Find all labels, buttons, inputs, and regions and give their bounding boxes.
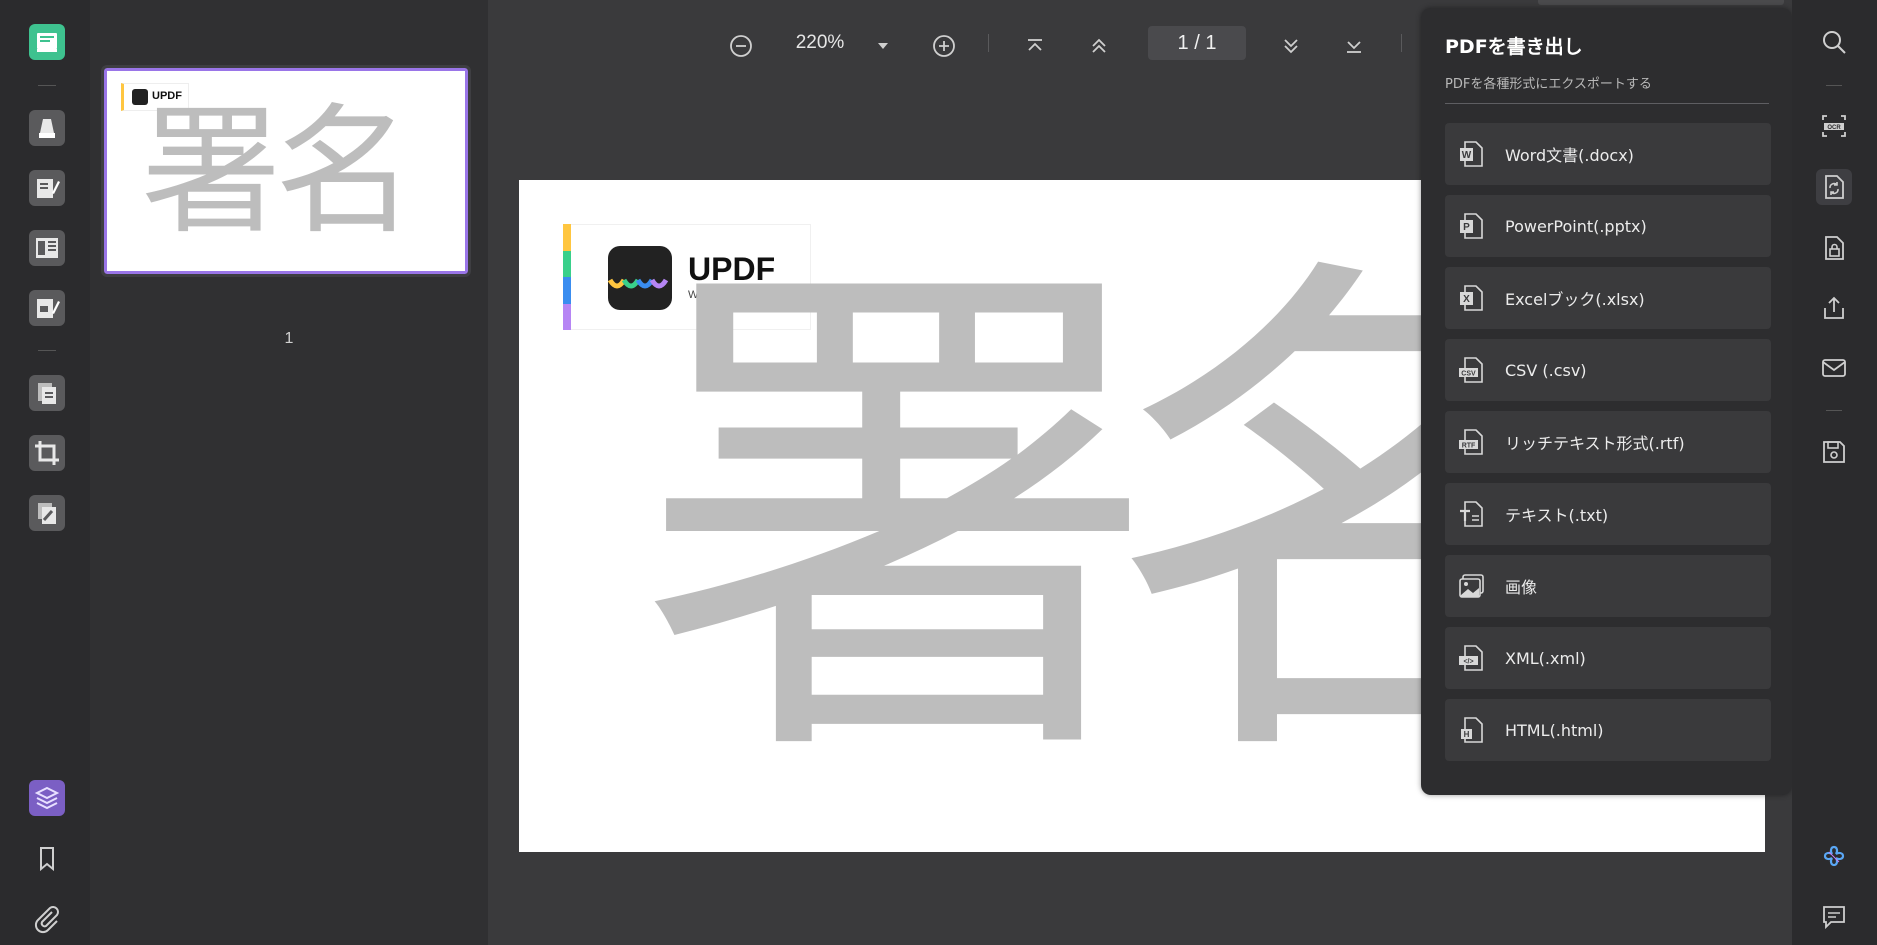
svg-text:X: X xyxy=(1463,294,1470,305)
first-page-icon[interactable] xyxy=(1022,28,1048,64)
export-item-label: XML(.xml) xyxy=(1505,648,1586,668)
share-icon[interactable] xyxy=(1816,290,1852,326)
reader-mode-icon[interactable] xyxy=(28,23,66,61)
export-item-label: テキスト(.txt) xyxy=(1505,506,1609,525)
rail-divider xyxy=(38,85,56,86)
toolbar-divider xyxy=(988,34,989,52)
page-layout-icon[interactable] xyxy=(28,229,66,267)
thumbnail-main-text: 署名 xyxy=(141,91,415,254)
export-excel-button[interactable]: X Excelブック(.xlsx) xyxy=(1445,267,1771,329)
protect-document-icon[interactable] xyxy=(1816,230,1852,266)
export-image-button[interactable]: 画像 xyxy=(1445,555,1771,617)
export-item-label: Word文書(.docx) xyxy=(1505,146,1634,165)
left-tool-rail xyxy=(0,0,90,945)
export-item-label: CSV (.csv) xyxy=(1505,360,1587,380)
attachment-icon[interactable] xyxy=(28,899,66,937)
search-icon[interactable] xyxy=(1816,24,1852,60)
csv-icon: CSV xyxy=(1455,353,1489,387)
rail-divider xyxy=(38,350,56,351)
email-icon[interactable] xyxy=(1816,350,1852,386)
image-icon xyxy=(1455,569,1489,603)
zoom-dropdown-icon[interactable] xyxy=(875,28,891,64)
svg-text:H: H xyxy=(1464,730,1470,739)
page-number-input[interactable]: 1 / 1 xyxy=(1148,26,1246,60)
svg-text:OCR: OCR xyxy=(1827,125,1841,131)
convert-pdf-icon[interactable] xyxy=(1816,169,1852,205)
updf-ai-icon[interactable] xyxy=(1816,839,1852,875)
next-page-icon[interactable] xyxy=(1278,28,1304,64)
updf-window: UPDF 署名 1 220% 1 / 1 UPDF WWW.UPDF.COM 署… xyxy=(0,0,1877,945)
export-csv-button[interactable]: CSV CSV (.csv) xyxy=(1445,339,1771,401)
export-panel-title: PDFを書き出し xyxy=(1445,36,1583,58)
save-icon[interactable] xyxy=(1816,434,1852,470)
export-panel-divider xyxy=(1445,103,1769,104)
excel-icon: X xyxy=(1455,281,1489,315)
word-icon: W xyxy=(1455,137,1489,171)
zoom-level[interactable]: 220% xyxy=(790,32,850,54)
svg-text:P: P xyxy=(1463,222,1470,233)
organize-pages-icon[interactable] xyxy=(28,374,66,412)
logo-stripe xyxy=(563,224,571,330)
export-word-button[interactable]: W Word文書(.docx) xyxy=(1445,123,1771,185)
thumbnail-page-number: 1 xyxy=(284,330,294,347)
svg-text:W: W xyxy=(1462,150,1472,161)
export-pdf-panel: PDFを書き出し PDFを各種形式にエクスポートする W Word文書(.doc… xyxy=(1421,8,1792,795)
rail-divider xyxy=(1826,85,1842,86)
toolbar-divider xyxy=(1401,34,1402,52)
export-html-button[interactable]: H HTML(.html) xyxy=(1445,699,1771,761)
export-text-button[interactable]: テキスト(.txt) xyxy=(1445,483,1771,545)
export-item-label: HTML(.html) xyxy=(1505,720,1604,740)
comment-highlighter-icon[interactable] xyxy=(28,109,66,147)
export-item-label: 画像 xyxy=(1505,578,1538,597)
edit-pdf-icon[interactable] xyxy=(28,169,66,207)
layers-icon[interactable] xyxy=(28,779,66,817)
html-icon: H xyxy=(1455,713,1489,747)
text-icon xyxy=(1455,497,1489,531)
zoom-out-icon[interactable] xyxy=(728,28,754,64)
crop-pages-icon[interactable] xyxy=(28,434,66,472)
comments-icon[interactable] xyxy=(1816,899,1852,935)
page-thumbnail[interactable]: UPDF 署名 xyxy=(101,65,471,277)
zoom-in-icon[interactable] xyxy=(931,28,957,64)
fill-sign-icon[interactable] xyxy=(28,289,66,327)
previous-page-icon[interactable] xyxy=(1086,28,1112,64)
svg-text:CSV: CSV xyxy=(1461,371,1476,378)
xml-icon: </> xyxy=(1455,641,1489,675)
thumbnail-panel: UPDF 署名 1 xyxy=(90,0,488,945)
powerpoint-icon: P xyxy=(1455,209,1489,243)
export-item-label: PowerPoint(.pptx) xyxy=(1505,216,1647,236)
svg-text:RTF: RTF xyxy=(1462,443,1476,450)
export-rtf-button[interactable]: RTF リッチテキスト形式(.rtf) xyxy=(1445,411,1771,473)
bookmark-icon[interactable] xyxy=(28,839,66,877)
rtf-icon: RTF xyxy=(1455,425,1489,459)
svg-text:</>: </> xyxy=(1463,659,1473,666)
ocr-icon[interactable]: OCR xyxy=(1816,108,1852,144)
export-item-label: Excelブック(.xlsx) xyxy=(1505,290,1645,309)
export-powerpoint-button[interactable]: P PowerPoint(.pptx) xyxy=(1445,195,1771,257)
right-tool-rail: OCR xyxy=(1792,0,1877,945)
export-xml-button[interactable]: </> XML(.xml) xyxy=(1445,627,1771,689)
rail-divider xyxy=(1826,410,1842,411)
protect-pdf-icon[interactable] xyxy=(28,494,66,532)
export-item-label: リッチテキスト形式(.rtf) xyxy=(1505,434,1685,453)
last-page-icon[interactable] xyxy=(1341,28,1367,64)
export-panel-subtitle: PDFを各種形式にエクスポートする xyxy=(1445,77,1652,92)
